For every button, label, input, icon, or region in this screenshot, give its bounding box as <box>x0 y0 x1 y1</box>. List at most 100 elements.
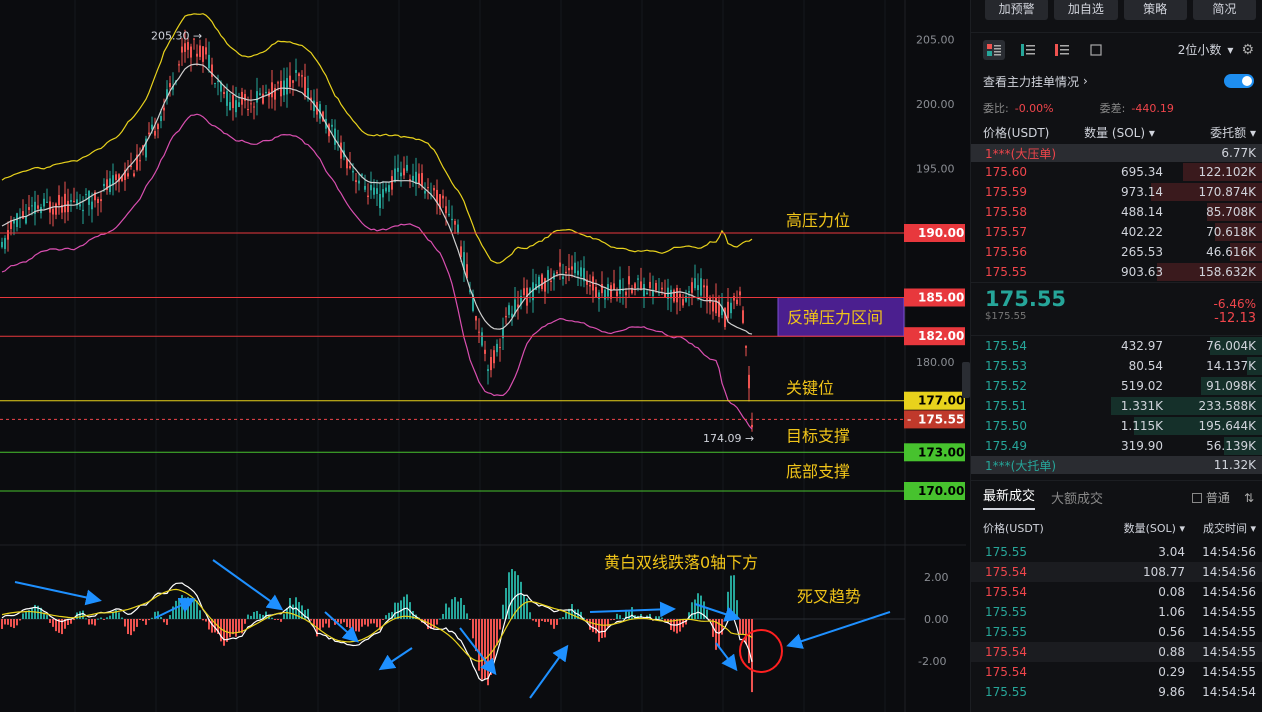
bid-qty: 519.02 <box>1121 379 1163 393</box>
normal-filter[interactable]: 普通 <box>1191 489 1230 506</box>
trade-row: 175.55 9.86 14:54:54 <box>971 682 1262 702</box>
level-tag-label: 177.00 <box>918 394 964 408</box>
bid-total: 91.098K <box>1206 379 1256 393</box>
macd-histogram-bar <box>124 619 126 627</box>
candle-body <box>103 183 105 187</box>
candle-body <box>385 187 387 192</box>
bid-row[interactable]: 175.51 1.331K 233.588K <box>971 396 1262 416</box>
macd-histogram-bar <box>538 619 540 628</box>
macd-histogram-bar <box>619 615 621 619</box>
candle-body <box>367 195 369 198</box>
trade-time: 14:54:56 <box>1202 545 1256 559</box>
candle-body <box>358 180 360 184</box>
macd-histogram-bar <box>406 594 408 619</box>
current-price-label: 175.55 <box>918 412 964 426</box>
macd-histogram-bar <box>106 617 108 619</box>
ask-row[interactable]: 175.56 265.53 46.616K <box>971 242 1262 262</box>
tab-large-trades[interactable]: 大额成交 <box>1051 488 1103 507</box>
bid-row[interactable]: 175.52 519.02 91.098K <box>971 376 1262 396</box>
candle-body <box>214 83 216 85</box>
candle-body <box>154 131 156 136</box>
macd-histogram-bar <box>145 619 147 625</box>
macd-histogram-bar <box>352 619 354 631</box>
macd-histogram-bar <box>361 619 363 627</box>
add-watchlist-button[interactable]: 加自选 <box>1054 0 1118 20</box>
candle-body <box>271 82 273 98</box>
candle-body <box>184 43 186 52</box>
last-price-usd: $175.55 <box>985 311 1027 322</box>
macd-histogram-bar <box>553 619 555 629</box>
macd-histogram-bar <box>544 619 546 623</box>
macd-histogram-bar <box>556 619 558 625</box>
panel-collapse-handle[interactable] <box>962 362 970 398</box>
normal-checkbox[interactable] <box>1191 492 1202 503</box>
ob-header-qty[interactable]: 数量 (SOL) ▾ <box>1074 124 1165 141</box>
trade-time: 14:54:55 <box>1202 645 1256 659</box>
candle-body <box>733 296 735 301</box>
macd-histogram-bar <box>46 615 48 619</box>
precision-select[interactable]: 2位小数 ▾ <box>1178 41 1234 58</box>
ob-header-total[interactable]: 委托额 ▾ <box>1165 124 1256 141</box>
candle-body <box>304 76 306 97</box>
macd-histogram-bar <box>16 619 18 626</box>
trade-row: 175.55 3.04 14:54:56 <box>971 542 1262 562</box>
trades-header-qty[interactable]: 数量(SOL) ▾ <box>1101 520 1185 536</box>
filter-settings-icon[interactable]: ⇅ <box>1244 491 1254 505</box>
ask-row[interactable]: 175.58 488.14 85.708K <box>971 202 1262 222</box>
bid-price: 175.54 <box>985 339 1027 353</box>
candle-body <box>655 282 657 291</box>
ask-row[interactable]: 175.60 695.34 122.102K <box>971 162 1262 182</box>
candle-body <box>286 78 288 95</box>
gear-icon[interactable]: ⚙ <box>1241 42 1254 58</box>
strategy-button[interactable]: 策略 <box>1123 0 1187 20</box>
bid-total: 14.137K <box>1206 359 1256 373</box>
orderbook-asks-icon[interactable] <box>1051 40 1073 60</box>
macd-histogram-bar <box>595 619 597 634</box>
candle-body <box>349 166 351 169</box>
ask-row[interactable]: 175.59 973.14 170.874K <box>971 182 1262 202</box>
summary-button[interactable]: 简况 <box>1192 0 1256 20</box>
tab-latest-trades[interactable]: 最新成交 <box>983 485 1036 510</box>
candle-body <box>490 356 492 371</box>
bid-row[interactable]: 175.53 80.54 14.137K <box>971 356 1262 376</box>
macd-histogram-bar <box>499 619 501 630</box>
ask-price: 175.56 <box>985 245 1027 259</box>
orderbook-bids-icon[interactable] <box>1017 40 1039 60</box>
expand-icon[interactable] <box>1085 40 1107 60</box>
macd-histogram-bar <box>373 619 375 624</box>
candle-body <box>706 285 708 301</box>
main-orders-toggle[interactable] <box>1224 74 1254 88</box>
view-main-orders-row[interactable]: 查看主力挂单情况 › <box>971 66 1262 96</box>
bid-row[interactable]: 175.49 319.90 56.139K <box>971 436 1262 456</box>
candle-body <box>634 283 636 289</box>
macd-histogram-bar <box>508 572 510 619</box>
trade-qty: 3.04 <box>1158 545 1185 559</box>
price-chart[interactable]: 205.00 200.00 195.00 180.00 2.00 0.00 -2.00 反弹压… <box>0 0 970 712</box>
macd-histogram-bar <box>622 618 624 620</box>
candle-body <box>31 205 33 207</box>
macd-histogram-bar <box>253 611 255 619</box>
trade-row: 175.54 108.77 14:54:56 <box>971 562 1262 582</box>
ask-row[interactable]: 175.57 402.22 70.618K <box>971 222 1262 242</box>
macd-histogram-bar <box>178 598 180 619</box>
bid-row[interactable]: 175.54 432.97 76.004K <box>971 336 1262 356</box>
candle-body <box>541 274 543 290</box>
bid-row[interactable]: 175.50 1.115K 195.644K <box>971 416 1262 436</box>
candle-body <box>67 200 69 213</box>
macd-histogram-bar <box>658 616 660 619</box>
trades-header-time[interactable]: 成交时间 ▾ <box>1185 520 1256 536</box>
add-alert-button[interactable]: 加预警 <box>985 0 1049 20</box>
macd-histogram-bar <box>358 619 360 632</box>
macd-histogram-bar <box>532 619 534 621</box>
orderbook-toolbar: 2位小数 ▾ ⚙ <box>971 32 1262 66</box>
macd-histogram-bar <box>343 619 345 623</box>
candle-body <box>16 213 18 227</box>
indicator-tick-label: 2.00 <box>924 571 949 584</box>
candle-body <box>13 220 15 224</box>
orderbook-both-icon[interactable] <box>983 39 1005 60</box>
candle-body <box>403 168 405 176</box>
candle-body <box>235 100 237 113</box>
candle-body <box>613 283 615 291</box>
ask-row[interactable]: 175.55 903.63 158.632K <box>971 262 1262 282</box>
chart-canvas[interactable]: 205.00 200.00 195.00 180.00 2.00 0.00 -2.00 反弹压… <box>0 0 966 712</box>
